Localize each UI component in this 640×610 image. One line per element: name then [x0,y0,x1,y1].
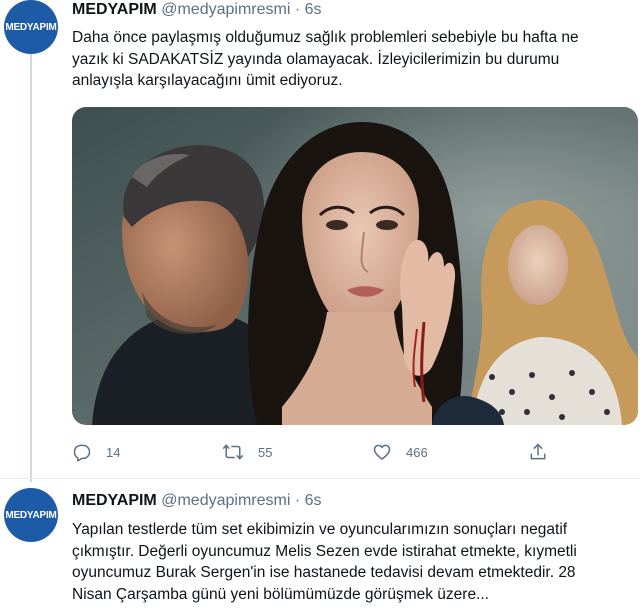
tweet-timestamp[interactable]: 6s [305,1,322,18]
tweet-text: Daha önce paylaşmış olduğumuz sağlık pro… [72,27,634,92]
author-name[interactable]: MEDYAPIM [72,492,157,509]
tweet-actions: 14 55 466 [72,442,592,464]
photo-illustration [72,107,638,425]
tweet-header: MEDYAPIM @medyapimresmi · 6s [72,491,322,511]
tweet-text: Yapılan testlerde tüm set ekibimizin ve … [72,519,634,605]
tweet-text-line: çıkmıştır. Değerli oyuncumuz Melis Sezen… [72,542,577,560]
tweet-text-line: anlayışla karşılayacağını ümit ediyoruz. [72,72,343,89]
reply-icon [73,444,91,462]
retweet-icon [222,444,244,460]
avatar[interactable]: MEDYAPIM [4,0,58,54]
author-name[interactable]: MEDYAPIM [72,1,157,18]
tweet-text-line: Nisan Çarşamba günü yeni bölümümüzde gör… [72,585,489,603]
author-handle[interactable]: @medyapimresmi [161,1,290,18]
tweet-media-photo[interactable] [72,107,638,425]
tweet-header: MEDYAPIM @medyapimresmi · 6s [72,0,322,20]
tweet[interactable]: MEDYAPIM MEDYAPIM @medyapimresmi · 6s Ya… [0,480,640,610]
separator-dot: · [294,1,301,18]
retweet-button[interactable]: 55 [222,442,272,462]
tweet-text-line: Daha önce paylaşmış olduğumuz sağlık pro… [72,29,579,46]
share-button[interactable] [528,442,548,462]
share-icon [530,443,546,460]
like-button[interactable]: 466 [372,442,428,462]
tweet-text-line: Yapılan testlerde tüm set ekibimizin ve … [72,521,568,538]
avatar-logo-text: MEDYAPIM [5,509,57,521]
tweet-timestamp[interactable]: 6s [305,492,322,509]
heart-icon [373,444,391,460]
tweet-text-line: yazık ki SADAKATSİZ yayında olamayacak. … [72,50,560,68]
reply-button[interactable]: 14 [72,442,120,462]
retweet-count: 55 [258,444,273,460]
like-count: 466 [406,444,428,460]
author-handle[interactable]: @medyapimresmi [161,492,290,509]
avatar-logo-text: MEDYAPIM [5,21,57,33]
tweet-text-line: oyuncumuz Burak Sergen'in ise hastanede … [72,564,576,581]
tweet-divider [0,478,640,479]
avatar[interactable]: MEDYAPIM [4,488,58,542]
tweet[interactable]: MEDYAPIM MEDYAPIM @medyapimresmi · 6s Da… [0,0,640,478]
reply-count: 14 [106,444,121,460]
separator-dot: · [294,492,301,509]
